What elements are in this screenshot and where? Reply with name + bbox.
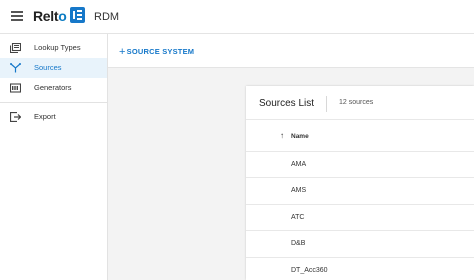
table-row[interactable]: ATC bbox=[246, 205, 474, 232]
column-header-name[interactable]: Name bbox=[291, 133, 309, 140]
sidebar-item-label: Generators bbox=[34, 83, 72, 92]
row-name: DT_Acc360 bbox=[291, 266, 328, 274]
sidebar-item-label: Lookup Types bbox=[34, 43, 81, 52]
sidebar-item-label: Export bbox=[34, 112, 56, 121]
action-bar: +SOURCE SYSTEM bbox=[108, 34, 474, 68]
generators-icon bbox=[10, 83, 21, 93]
row-name: ATC bbox=[291, 213, 305, 221]
lookup-types-icon bbox=[10, 43, 21, 53]
app-title: RDM bbox=[94, 11, 120, 23]
sidebar-item-generators[interactable]: Generators bbox=[0, 78, 107, 98]
panel-header: Sources List 12 sources bbox=[246, 86, 474, 120]
table-row[interactable]: AMS bbox=[246, 178, 474, 205]
reltio-logo: Relto bbox=[33, 8, 67, 24]
sidebar-item-label: Sources bbox=[34, 63, 62, 72]
hamburger-menu-icon[interactable] bbox=[11, 11, 23, 21]
sources-count: 12 sources bbox=[339, 99, 374, 106]
sidebar-item-lookup-types[interactable]: Lookup Types bbox=[0, 38, 107, 58]
row-name: AMA bbox=[291, 161, 307, 168]
table-row[interactable]: AMA bbox=[246, 152, 474, 179]
sidebar-item-export[interactable]: Export bbox=[0, 107, 107, 127]
sort-ascending-icon[interactable]: ↑ bbox=[280, 131, 284, 140]
add-source-label: SOURCE SYSTEM bbox=[126, 47, 195, 56]
row-name: AMS bbox=[291, 187, 307, 195]
row-name: D&B bbox=[291, 240, 306, 248]
sources-icon bbox=[10, 63, 21, 73]
sidebar-item-sources[interactable]: Sources bbox=[0, 58, 107, 78]
table-row[interactable]: DT_Acc360 bbox=[246, 258, 474, 280]
brand-text-tail: o bbox=[58, 8, 67, 24]
panel-title: Sources List bbox=[259, 98, 315, 109]
add-source-system-button[interactable]: +SOURCE SYSTEM bbox=[119, 45, 195, 58]
plus-icon: + bbox=[119, 46, 126, 58]
sources-list-panel: Sources List 12 sources ↑ Name AMA AMS A… bbox=[246, 86, 474, 280]
table-header: ↑ Name bbox=[246, 120, 474, 152]
header-divider bbox=[326, 96, 327, 112]
table-row[interactable]: D&B bbox=[246, 231, 474, 258]
office-logo-icon bbox=[70, 7, 85, 23]
top-app-bar: Relto RDM bbox=[0, 0, 474, 34]
export-icon bbox=[10, 112, 21, 122]
sidebar: Lookup Types Sources Generators Export bbox=[0, 34, 108, 280]
main-content: +SOURCE SYSTEM Sources List 12 sources ↑… bbox=[108, 34, 474, 280]
brand-text: Relt bbox=[33, 8, 59, 24]
